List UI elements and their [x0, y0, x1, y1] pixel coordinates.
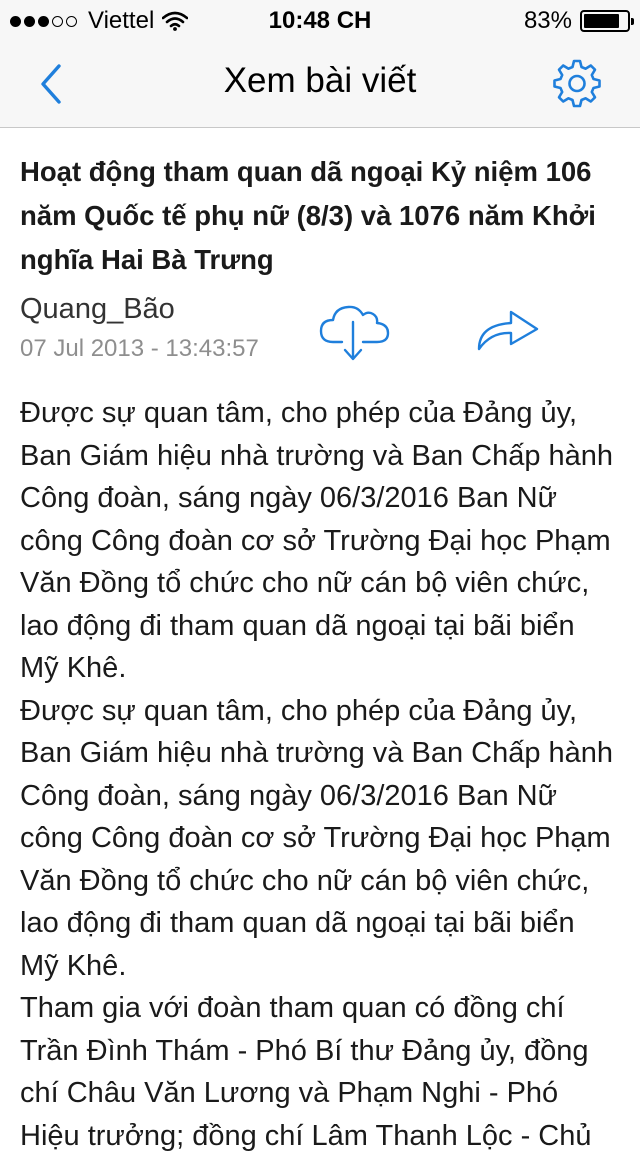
publish-date: 07 Jul 2013 - 13:43:57 [20, 335, 259, 362]
article-meta: Quang_Bão 07 Jul 2013 - 13:43:57 [20, 293, 620, 385]
article-paragraph: Được sự quan tâm, cho phép của Đảng ủy, … [20, 397, 614, 684]
cloud-download-icon[interactable] [318, 298, 392, 364]
page-title: Xem bài viết [223, 61, 417, 100]
article-title: Hoạt động tham quan dã ngoại Kỷ niệm 106… [20, 156, 596, 275]
article: Hoạt động tham quan dã ngoại Kỷ niệm 106… [20, 150, 620, 1157]
article-paragraph: Tham gia với đoàn tham quan có đồng chí … [20, 992, 592, 1152]
author-name: Quang_Bão [20, 293, 175, 325]
status-bar: Viettel 10:48 CH 83% [0, 0, 640, 40]
article-paragraph: Được sự quan tâm, cho phép của Đảng ủy, … [20, 694, 614, 982]
battery-fill [584, 14, 619, 28]
battery-icon [580, 10, 634, 32]
navigation-bar: Xem bài viết [0, 40, 640, 128]
share-icon[interactable] [474, 303, 542, 353]
article-body: Được sự quan tâm, cho phép của Đảng ủy, … [20, 392, 620, 1157]
status-right: 83% [523, 7, 634, 35]
gear-icon[interactable] [550, 56, 604, 110]
battery-percentage: 83% [523, 7, 572, 34]
